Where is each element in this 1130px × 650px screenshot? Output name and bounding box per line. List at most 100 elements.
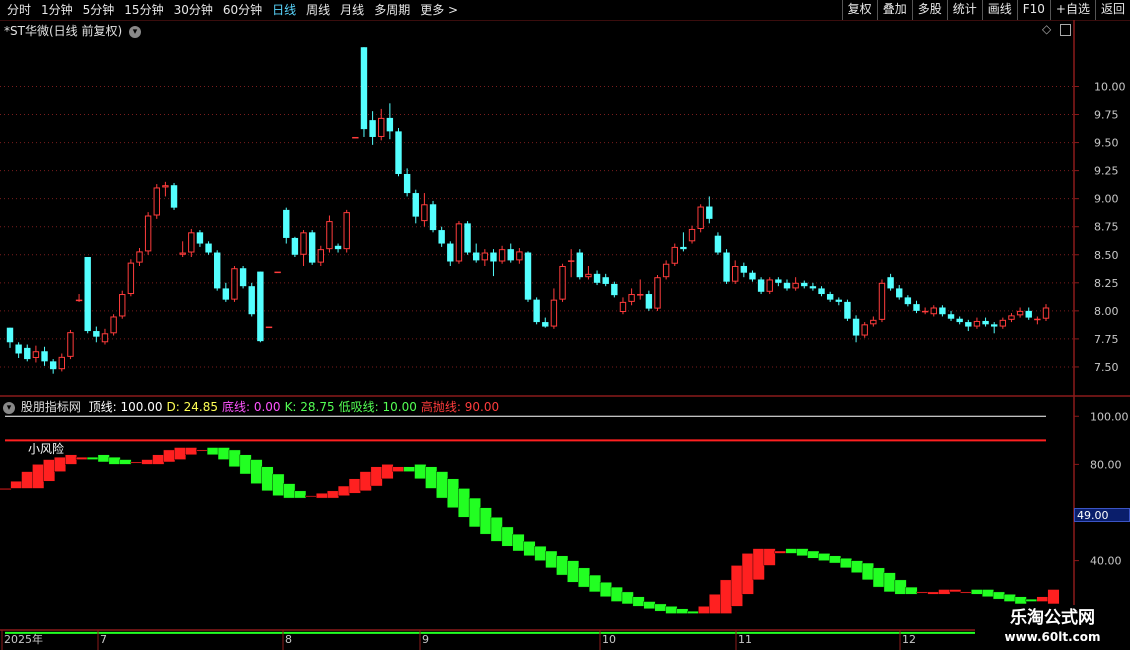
candle: [611, 281, 618, 298]
period-tab-3[interactable]: 15分钟: [119, 0, 168, 20]
candle: [93, 326, 100, 343]
y-tick-label: 9.25: [1094, 165, 1119, 178]
candle: [231, 265, 238, 302]
candle: [593, 270, 601, 286]
kd-bar: [283, 483, 296, 499]
period-tab-6[interactable]: 日线: [267, 0, 301, 20]
kd-bar: [687, 610, 700, 614]
period-tab-0[interactable]: 分时: [2, 0, 36, 20]
kd-bar: [1003, 594, 1016, 602]
period-tab-4[interactable]: 30分钟: [169, 0, 218, 20]
y-tick-label: 8.75: [1094, 221, 1119, 234]
candle: [498, 245, 506, 264]
candle: [870, 316, 877, 327]
indicator-param-0: 顶线: 100.00: [88, 400, 163, 414]
period-tab-9[interactable]: 多周期: [369, 0, 415, 20]
indicator-tick-label: 100.00: [1090, 410, 1129, 423]
candle: [878, 279, 886, 323]
period-tab-10[interactable]: 更多 >: [415, 0, 463, 20]
candle: [516, 248, 523, 264]
chevron-down-icon[interactable]: ▾: [128, 26, 141, 38]
toolbar-button-3[interactable]: 统计: [946, 0, 982, 20]
candle: [671, 243, 678, 266]
current-value-badge: 49.00: [1074, 508, 1130, 522]
kd-bar: [0, 488, 12, 490]
kd-bar: [348, 478, 361, 494]
toolbar-button-5[interactable]: F10: [1016, 0, 1050, 20]
toolbar-button-0[interactable]: 复权: [841, 0, 877, 20]
kd-bar: [414, 464, 427, 480]
candle: [32, 345, 40, 363]
kd-bar: [337, 485, 350, 496]
toolbar-button-7[interactable]: 返回: [1094, 0, 1130, 20]
candle: [740, 262, 748, 278]
candle: [861, 322, 868, 338]
kd-bar: [883, 572, 896, 593]
watermark-url: www.60lt.com: [1004, 630, 1101, 644]
kd-bar: [578, 567, 590, 588]
period-tab-1[interactable]: 1分钟: [36, 0, 78, 20]
candle: [352, 136, 359, 139]
candle: [628, 288, 635, 306]
kd-bar: [272, 473, 285, 496]
kd-bar: [698, 606, 711, 614]
candle: [965, 319, 972, 332]
period-tab-2[interactable]: 5分钟: [78, 0, 120, 20]
diamond-icon[interactable]: ◇: [1042, 22, 1051, 36]
y-tick-label: 9.00: [1094, 193, 1119, 206]
candle: [67, 329, 74, 360]
kd-bar: [436, 471, 449, 499]
kd-bar: [1025, 598, 1038, 602]
kd-bar: [195, 449, 208, 452]
candle: [343, 209, 350, 253]
candle: [749, 270, 756, 282]
candle: [714, 232, 722, 255]
kd-bar: [479, 507, 492, 535]
kd-bar: [490, 517, 503, 542]
kd-bar: [763, 548, 776, 566]
main-price-chart[interactable]: 10.00 9.75 9.50 9.25 9.00 8.75 8.50 8.25 8.00 7.7…: [0, 0, 1130, 650]
kd-bar: [556, 555, 569, 576]
candle: [697, 204, 704, 233]
time-axis-label: 9: [422, 633, 429, 646]
kd-bar: [108, 456, 121, 465]
period-tab-5[interactable]: 60分钟: [218, 0, 267, 20]
toolbar-button-6[interactable]: +自选: [1049, 0, 1095, 20]
candle: [775, 277, 782, 287]
candle: [567, 249, 575, 278]
candle: [360, 47, 368, 137]
kd-bar: [916, 591, 929, 594]
candle: [58, 353, 65, 372]
time-axis-label: 12: [902, 633, 916, 646]
kd-bar: [86, 456, 99, 460]
candle: [196, 230, 204, 247]
candle: [792, 277, 799, 291]
kd-bar: [141, 459, 154, 465]
candle: [844, 299, 851, 321]
toolbar-button-1[interactable]: 叠加: [876, 0, 912, 20]
kd-bar: [894, 579, 907, 595]
kd-bar: [599, 582, 612, 597]
toolbar-button-4[interactable]: 画线: [981, 0, 1017, 20]
kd-bar: [960, 591, 973, 594]
panel-toggle-icon[interactable]: [1060, 24, 1071, 36]
candle: [447, 241, 454, 266]
period-tab-7[interactable]: 周线: [301, 0, 335, 20]
kd-bar: [468, 497, 481, 528]
kd-bar: [239, 454, 252, 475]
indicator-tick-label: 80.00: [1090, 458, 1122, 471]
kd-bar: [163, 449, 176, 463]
candle: [179, 241, 186, 258]
candle: [49, 359, 57, 374]
candle: [438, 226, 445, 247]
kd-bar: [305, 495, 318, 498]
candle: [637, 279, 644, 300]
candle: [421, 193, 428, 227]
toolbar-button-2[interactable]: 多股: [911, 0, 947, 20]
chevron-down-icon[interactable]: ▾: [3, 402, 15, 414]
candle: [205, 241, 212, 255]
candle: [999, 317, 1007, 329]
candle: [507, 243, 514, 263]
indicator-param-3: K: 28.75: [284, 400, 335, 414]
period-tab-8[interactable]: 月线: [335, 0, 369, 20]
